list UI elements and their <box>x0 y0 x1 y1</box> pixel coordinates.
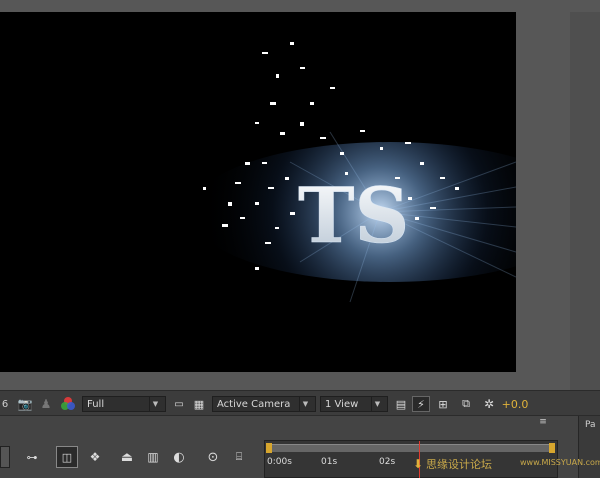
show-snapshot-icon[interactable]: ♟ <box>38 396 54 412</box>
hide-shy-layers-icon[interactable]: ⏏ <box>116 446 138 468</box>
work-area-start-handle[interactable] <box>266 443 272 453</box>
work-area-end-handle[interactable] <box>549 443 555 453</box>
chevron-down-icon: ▼ <box>371 397 383 411</box>
resolution-dropdown[interactable]: Full ▼ <box>82 396 166 412</box>
work-area-bar[interactable] <box>267 444 555 452</box>
side-panel-tab[interactable]: Pa <box>578 416 600 478</box>
channel-rgb-icon[interactable] <box>58 396 78 412</box>
draft-3d-icon[interactable]: ❖ <box>84 446 106 468</box>
exposure-value-label: +0.0 <box>501 397 529 411</box>
frame-blending-icon[interactable]: ▥ <box>142 446 164 468</box>
graph-editor-icon[interactable]: ⌸ <box>228 446 250 468</box>
viewer-side-strip <box>570 12 600 390</box>
comp-mini-flowchart-icon[interactable]: ⊶ <box>20 446 44 468</box>
magnification-field[interactable]: 6 <box>0 396 10 412</box>
transparency-grid-icon[interactable]: ▦ <box>190 396 208 412</box>
ruler-tick-label: 01s <box>321 457 338 467</box>
cti-head-icon[interactable]: ⬇ <box>413 457 425 471</box>
resolution-label: Full <box>87 398 105 410</box>
flowchart-icon[interactable]: ⧉ <box>456 396 476 412</box>
rgb-circles-icon <box>61 397 75 410</box>
snapshot-camera-icon[interactable]: 📷 <box>16 396 34 412</box>
camera-view-dropdown[interactable]: Active Camera ▼ <box>212 396 316 412</box>
brainstorm-icon[interactable]: ⊙ <box>202 446 224 468</box>
camera-view-label: Active Camera <box>217 398 291 410</box>
side-panel-label: Pa <box>585 420 596 430</box>
composition-viewer-panel: TS <box>0 0 600 390</box>
composition-render: TS <box>190 42 516 303</box>
motion-blur-icon[interactable]: ◐ <box>168 446 190 468</box>
view-layout-dropdown[interactable]: 1 View ▼ <box>320 396 388 412</box>
magnification-value: 6 <box>1 398 9 410</box>
exposure-icon[interactable]: ✲ <box>480 396 498 412</box>
exposure-value[interactable]: +0.0 <box>500 396 530 412</box>
time-ruler[interactable]: 0:00s 01s 02s ⬇ <box>264 440 558 478</box>
timeline-icon[interactable]: ⊞ <box>434 396 452 412</box>
live-update-icon[interactable]: ◫ <box>56 446 78 468</box>
ruler-tick-label: 02s <box>379 457 396 467</box>
view-layout-label: 1 View <box>325 398 359 410</box>
watermark-text: 思缘设计论坛 <box>426 458 492 471</box>
chevron-down-icon: ▼ <box>299 397 311 411</box>
fast-previews-icon[interactable]: ⚡ <box>412 396 430 412</box>
panel-menu-label: ≡ <box>539 417 547 427</box>
toggle-pixel-aspect-icon[interactable]: ▤ <box>392 396 410 412</box>
search-field-edge[interactable] <box>0 446 10 468</box>
chevron-down-icon: ▼ <box>149 397 161 411</box>
region-of-interest-icon[interactable]: ▭ <box>170 396 188 412</box>
watermark-url: www.MISSYUAN.com <box>520 458 600 467</box>
viewer-control-bar: 6 📷 ♟ Full ▼ ▭ ▦ Active Camera ▼ 1 View … <box>0 390 600 416</box>
timeline-switches: ⊶ ◫ ❖ ⏏ ▥ ◐ ⊙ ⌸ <box>0 440 262 478</box>
ruler-tick-label: 0:00s <box>267 457 292 467</box>
composition-canvas[interactable]: TS <box>0 12 516 372</box>
panel-menu-icon[interactable]: ≡ <box>530 417 556 431</box>
comp-title-text: TS <box>298 171 409 260</box>
